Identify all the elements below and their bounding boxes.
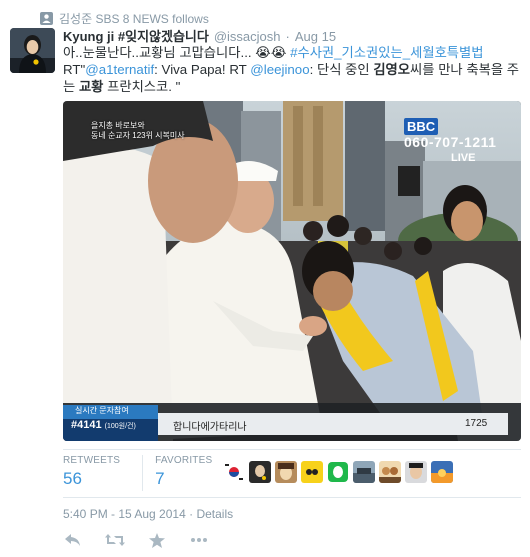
retweets-label: RETWEETS: [63, 455, 121, 466]
mention-link-leejinoo[interactable]: @leejinoo: [250, 62, 309, 77]
tweet-actions: [63, 531, 209, 549]
text-bold-name: 김영오: [373, 62, 411, 77]
favoriter-avatar[interactable]: [249, 461, 271, 483]
text-segment: 는: [63, 79, 79, 94]
event-caption-line-1: 을지총 바로보와: [91, 121, 145, 130]
text-segment: RT": [63, 62, 86, 77]
tweet-text: 아..눈물난다..교황님 고맙습니다... 😭😭 #수사권_기소권있는_세월호특…: [63, 44, 523, 95]
meta-separator: ·: [185, 507, 197, 521]
tweet-text-line-3: 는 교황 프란치스코. ": [63, 78, 523, 95]
social-context[interactable]: 김성준 SBS 8 NEWS follows: [40, 9, 209, 27]
flame-logo-icon: [92, 119, 102, 133]
tweet-header: Kyung ji #잊지않겠습니다 @issacjosh · Aug 15: [63, 26, 336, 44]
ticker-message: 합니다에가타리나: [173, 422, 247, 433]
event-caption-line-2: 동네 순교자 123위 시복미사: [91, 131, 185, 140]
text-segment: : Viva Papa! RT: [154, 62, 251, 77]
text-segment: 아..눈물난다..교황님 고맙습니다...: [63, 45, 256, 60]
tweet-metadata: 5:40 PM - 15 Aug 2014 · Details: [63, 507, 233, 521]
favoriter-avatar[interactable]: [275, 461, 297, 483]
tweet-media-photo[interactable]: BBC 060-707-1211 LIVE 을지총 바로보와 동네 순교자 12…: [63, 101, 521, 441]
header-separator: ·: [285, 29, 290, 44]
text-bold-word: 교황: [78, 79, 104, 94]
favoriter-avatar[interactable]: [353, 461, 375, 483]
favoriter-avatars: [223, 461, 453, 483]
ticker-number-value: #4141: [71, 419, 102, 431]
favorites-label: FAVORITES: [155, 455, 213, 466]
divider: [63, 497, 521, 498]
ticker-number: #4141 (100원/건): [71, 419, 136, 431]
event-caption: 을지총 바로보와 동네 순교자 123위 시복미사: [91, 121, 185, 141]
user-fullname[interactable]: Kyung ji #잊지않겠습니다: [63, 26, 209, 45]
divider: [63, 449, 521, 450]
ticker-number-sub: (100원/건): [104, 423, 136, 430]
text-segment: 씨를 만나 축복을 주: [410, 62, 519, 77]
text-segment: 프란치스코. ": [103, 79, 181, 94]
favoriter-avatar[interactable]: [327, 461, 349, 483]
details-link[interactable]: Details: [196, 507, 233, 521]
favoriter-avatar[interactable]: [379, 461, 401, 483]
avatar[interactable]: [10, 28, 55, 73]
favorites-count: 7: [155, 469, 165, 488]
tweet-timestamp: 5:40 PM - 15 Aug 2014: [63, 507, 186, 521]
favoriter-avatar[interactable]: [223, 461, 245, 483]
text-segment: : 단식 중인: [309, 62, 374, 77]
favoriter-avatar[interactable]: [431, 461, 453, 483]
favorite-star-icon[interactable]: [147, 531, 167, 549]
retweets-count: 56: [63, 469, 82, 488]
mention-link-a1ternatif[interactable]: @a1ternatif: [85, 62, 154, 77]
retweet-icon[interactable]: [105, 531, 125, 549]
favoriter-avatar[interactable]: [405, 461, 427, 483]
donation-phone-number: 060-707-1211: [404, 134, 497, 150]
user-screen-name[interactable]: @issacjosh: [214, 29, 281, 44]
hashtag-link[interactable]: #수사권_기소권있는_세월호특별법: [290, 45, 483, 60]
person-icon: [40, 11, 53, 25]
stat-divider: [142, 455, 144, 491]
broadcaster-logo: BBC: [404, 118, 439, 135]
tweet-stats: RETWEETS 56 FAVORITES 7: [63, 455, 234, 491]
reply-icon[interactable]: [63, 531, 83, 549]
tweet-time-link[interactable]: Aug 15: [295, 29, 336, 44]
ticker-count: 1725: [465, 418, 488, 429]
more-options-icon[interactable]: [189, 531, 209, 549]
crying-emoji-icon: 😭😭: [255, 45, 291, 60]
live-indicator: LIVE: [451, 152, 476, 164]
favoriter-avatar[interactable]: [301, 461, 323, 483]
tweet-text-line-2: RT"@a1ternatif: Viva Papa! RT @leejinoo:…: [63, 61, 523, 78]
tweet-text-line-1: 아..눈물난다..교황님 고맙습니다... 😭😭 #수사권_기소권있는_세월호특…: [63, 44, 523, 61]
retweets-stat[interactable]: RETWEETS 56: [63, 455, 142, 491]
social-context-text: 김성준 SBS 8 NEWS follows: [59, 11, 209, 26]
ticker-label: 실시간 문자참여: [75, 406, 129, 415]
